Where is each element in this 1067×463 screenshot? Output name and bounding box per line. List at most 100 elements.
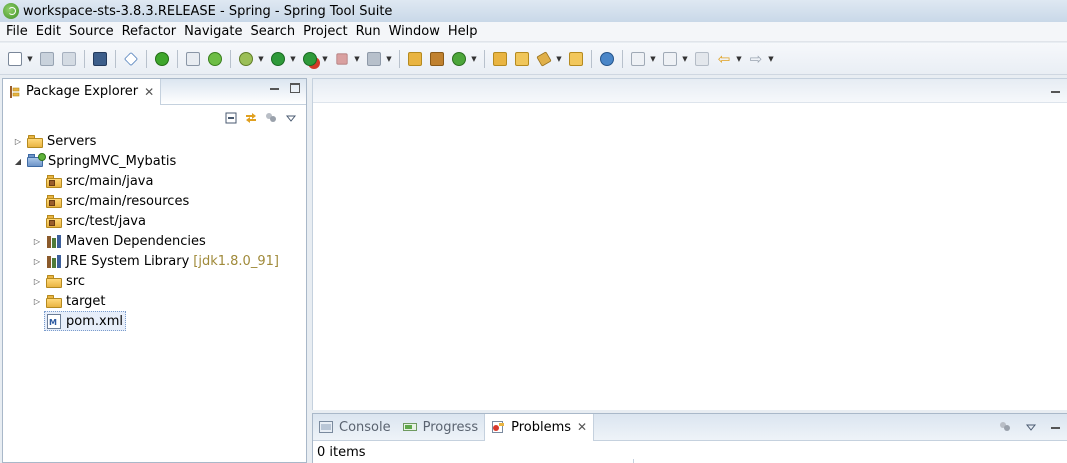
menu-project[interactable]: Project bbox=[299, 24, 351, 39]
tree-item-jre-system-library[interactable]: ▷ JRE System Library [jdk1.8.0_91] bbox=[32, 251, 279, 271]
next-annotation-dropdown-icon[interactable]: ▼ bbox=[649, 50, 657, 68]
web-browser-icon[interactable] bbox=[598, 50, 616, 68]
tree-item-label: Servers bbox=[47, 133, 97, 149]
tree-item-servers[interactable]: ▷ Servers bbox=[13, 131, 96, 151]
next-annotation-icon[interactable] bbox=[629, 50, 647, 68]
problems-icon bbox=[491, 421, 505, 433]
previous-annotation-dropdown-icon[interactable]: ▼ bbox=[681, 50, 689, 68]
new-class-dropdown-icon[interactable]: ▼ bbox=[470, 50, 478, 68]
menu-file[interactable]: File bbox=[2, 24, 32, 39]
external-tools-icon[interactable] bbox=[301, 50, 319, 68]
open-type-icon[interactable] bbox=[491, 50, 509, 68]
stop-dropdown-icon[interactable]: ▼ bbox=[353, 50, 361, 68]
minimize-icon[interactable] bbox=[269, 83, 280, 94]
open-task-icon[interactable] bbox=[513, 50, 531, 68]
new-icon[interactable] bbox=[6, 50, 24, 68]
progress-icon bbox=[402, 421, 417, 433]
link-with-editor-icon[interactable] bbox=[244, 111, 258, 125]
tree-item-src[interactable]: ▷ src bbox=[32, 271, 85, 291]
menu-refactor[interactable]: Refactor bbox=[118, 24, 181, 39]
editor-tabbar bbox=[313, 79, 1067, 103]
last-edit-location-icon[interactable] bbox=[693, 50, 711, 68]
view-menu-icon[interactable] bbox=[1024, 420, 1038, 434]
external-tools-dropdown-icon[interactable]: ▼ bbox=[321, 50, 329, 68]
problems-item-count: 0 items bbox=[317, 445, 366, 460]
skip-breakpoints-icon[interactable] bbox=[122, 50, 140, 68]
tree-item-maven-dependencies[interactable]: ▷ Maven Dependencies bbox=[32, 231, 206, 251]
new-dropdown-icon[interactable]: ▼ bbox=[26, 50, 34, 68]
project-icon bbox=[27, 153, 46, 168]
debug-dropdown-icon[interactable]: ▼ bbox=[257, 50, 265, 68]
menu-run[interactable]: Run bbox=[352, 24, 385, 39]
open-editor-icon[interactable] bbox=[184, 50, 202, 68]
package-explorer-toolbar bbox=[3, 105, 306, 131]
package-explorer-view: Package Explorer ✕ ▷ Servers ◢ SpringMVC… bbox=[2, 78, 307, 463]
search-icon[interactable] bbox=[535, 50, 553, 68]
close-icon[interactable]: ✕ bbox=[577, 420, 587, 434]
back-dropdown-icon[interactable]: ▼ bbox=[735, 50, 743, 68]
previous-annotation-icon[interactable] bbox=[661, 50, 679, 68]
menu-source[interactable]: Source bbox=[65, 24, 118, 39]
new-java-package-icon[interactable] bbox=[406, 50, 424, 68]
tree-item-src-test-java[interactable]: src/test/java bbox=[46, 211, 146, 231]
deploy-icon[interactable] bbox=[365, 50, 383, 68]
tab-label: Console bbox=[339, 419, 391, 435]
close-icon[interactable]: ✕ bbox=[144, 85, 154, 99]
menu-help[interactable]: Help bbox=[444, 24, 482, 39]
spring-icon[interactable] bbox=[206, 50, 224, 68]
library-icon bbox=[46, 254, 62, 268]
tree-item-pom-xml[interactable]: M pom.xml bbox=[44, 311, 126, 331]
tree-item-springmvc-mybatis[interactable]: ◢ SpringMVC_Mybatis bbox=[13, 151, 176, 171]
expand-icon[interactable]: ▷ bbox=[32, 256, 42, 266]
folder-icon bbox=[46, 294, 62, 308]
new-class-wizard-icon[interactable] bbox=[450, 50, 468, 68]
folder-icon bbox=[27, 134, 43, 148]
tree-item-target[interactable]: ▷ target bbox=[32, 291, 106, 311]
focus-on-active-task-icon[interactable] bbox=[264, 111, 278, 125]
source-folder-icon bbox=[46, 214, 62, 228]
tab-console[interactable]: Console bbox=[313, 414, 397, 441]
tree-item-label: target bbox=[66, 293, 106, 309]
minimize-icon[interactable] bbox=[1050, 422, 1061, 433]
tab-progress[interactable]: Progress bbox=[397, 414, 484, 441]
forward-icon[interactable]: ⇨ bbox=[747, 50, 765, 68]
expand-icon[interactable]: ▷ bbox=[32, 236, 42, 246]
boot-dashboard-icon[interactable] bbox=[153, 50, 171, 68]
stop-icon[interactable] bbox=[333, 50, 351, 68]
new-java-class-icon[interactable] bbox=[428, 50, 446, 68]
menu-window[interactable]: Window bbox=[385, 24, 444, 39]
console-icon[interactable] bbox=[91, 50, 109, 68]
bottom-panel: Console Progress Problems ✕ 0 items bbox=[312, 413, 1067, 463]
tab-problems[interactable]: Problems ✕ bbox=[484, 413, 595, 441]
forward-dropdown-icon[interactable]: ▼ bbox=[767, 50, 775, 68]
minimize-icon[interactable] bbox=[1050, 86, 1061, 97]
tab-package-explorer[interactable]: Package Explorer ✕ bbox=[3, 78, 162, 105]
run-icon[interactable] bbox=[269, 50, 287, 68]
back-icon[interactable]: ⇦ bbox=[715, 50, 733, 68]
open-folder-icon[interactable] bbox=[567, 50, 585, 68]
folder-icon bbox=[46, 274, 62, 288]
run-dropdown-icon[interactable]: ▼ bbox=[289, 50, 297, 68]
tree-item-src-main-resources[interactable]: src/main/resources bbox=[46, 191, 189, 211]
view-menu-icon[interactable] bbox=[284, 111, 298, 125]
maximize-icon[interactable] bbox=[290, 83, 300, 93]
expand-icon[interactable]: ▷ bbox=[32, 296, 42, 306]
collapse-icon[interactable]: ◢ bbox=[13, 156, 23, 166]
search-dropdown-icon[interactable]: ▼ bbox=[555, 50, 563, 68]
menu-edit[interactable]: Edit bbox=[32, 24, 65, 39]
jdk-version-decoration: [jdk1.8.0_91] bbox=[193, 253, 279, 269]
focus-on-active-task-icon[interactable] bbox=[998, 420, 1012, 434]
save-icon[interactable] bbox=[38, 50, 56, 68]
debug-icon[interactable] bbox=[237, 50, 255, 68]
editor-area[interactable] bbox=[312, 78, 1067, 410]
expand-icon[interactable]: ▷ bbox=[13, 136, 23, 146]
save-all-icon[interactable] bbox=[60, 50, 78, 68]
menu-search[interactable]: Search bbox=[246, 24, 299, 39]
tree-item-src-main-java[interactable]: src/main/java bbox=[46, 171, 153, 191]
deploy-dropdown-icon[interactable]: ▼ bbox=[385, 50, 393, 68]
package-explorer-icon bbox=[9, 85, 21, 98]
collapse-all-icon[interactable] bbox=[224, 111, 238, 125]
title-bar: workspace-sts-3.8.3.RELEASE - Spring - S… bbox=[0, 0, 1067, 22]
expand-icon[interactable]: ▷ bbox=[32, 276, 42, 286]
menu-navigate[interactable]: Navigate bbox=[180, 24, 246, 39]
